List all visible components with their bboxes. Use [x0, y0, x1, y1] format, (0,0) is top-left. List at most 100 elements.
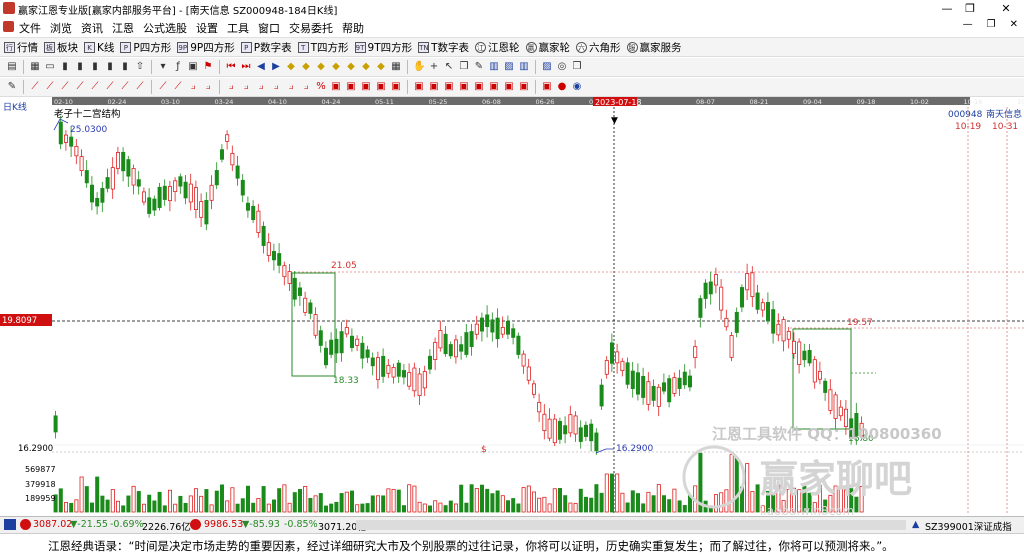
box-icon[interactable]: ▣	[345, 81, 357, 93]
grid-icon[interactable]: ▦	[29, 61, 41, 73]
menu-item-9[interactable]: 帮助	[342, 20, 364, 36]
last-icon[interactable]: ⏭	[240, 61, 252, 73]
box-icon[interactable]: ▣	[330, 81, 342, 93]
toolbar-button-7[interactable]: 9T 9T四方形	[354, 40, 412, 55]
prev-icon[interactable]: ◀	[255, 61, 267, 73]
fork-icon[interactable]: ⟓	[187, 81, 199, 93]
sz-index[interactable]: 9986.53	[204, 519, 243, 530]
box-icon[interactable]: ▣	[390, 81, 402, 93]
box-icon[interactable]: ▣	[473, 81, 485, 93]
chart-icon[interactable]: ▨	[503, 61, 515, 73]
close-button[interactable]: ✕	[993, 1, 1019, 16]
line-icon[interactable]: ⟋	[104, 81, 116, 93]
toolbar-button-4[interactable]: 9P 9P四方形	[177, 40, 235, 55]
grid-icon[interactable]	[4, 519, 16, 530]
menu-item-2[interactable]: 资讯	[81, 20, 103, 36]
hand-icon[interactable]: ✋	[413, 61, 425, 73]
box-icon[interactable]: ▣	[413, 81, 425, 93]
box-icon[interactable]: ▣	[518, 81, 530, 93]
flag-icon[interactable]: ⚑	[202, 61, 214, 73]
child-close-button[interactable]: ✕	[1010, 19, 1018, 30]
fork-icon[interactable]: ⟓	[202, 81, 214, 93]
diamond-icon[interactable]: ◆	[360, 61, 372, 73]
toolbar-button-5[interactable]: P P数字表	[240, 40, 292, 55]
maximize-button[interactable]: ❐	[957, 1, 983, 16]
diamond-icon[interactable]: ◆	[375, 61, 387, 73]
box-icon[interactable]: ▣	[458, 81, 470, 93]
target-icon[interactable]: ◎	[556, 61, 568, 73]
line-icon[interactable]: ⟋	[89, 81, 101, 93]
fork-icon[interactable]: ⟓	[300, 81, 312, 93]
dropdown-icon[interactable]: ▾	[157, 61, 169, 73]
toolbar-button-8[interactable]: TN T数字表	[418, 40, 469, 55]
toolbar-button-3[interactable]: P P四方形	[120, 40, 171, 55]
bar-icon[interactable]: ▮	[59, 61, 71, 73]
next-icon[interactable]: ▶	[270, 61, 282, 73]
menu-item-8[interactable]: 交易委托	[289, 20, 333, 36]
draw-icon[interactable]: ✎	[473, 61, 485, 73]
diamond-icon[interactable]: ◆	[345, 61, 357, 73]
chart-icon[interactable]: ▨	[541, 61, 553, 73]
menu-item-1[interactable]: 浏览	[50, 20, 72, 36]
box-icon[interactable]: ▣	[443, 81, 455, 93]
fx-icon[interactable]: ƒ	[172, 61, 184, 73]
line-icon[interactable]: ⟋	[172, 81, 184, 93]
toolbar-button-2[interactable]: K K线	[84, 40, 114, 55]
pencil-icon[interactable]: ✎	[6, 81, 18, 93]
box-icon[interactable]: ▣	[488, 81, 500, 93]
scroll-track[interactable]	[356, 520, 906, 530]
bar-icon[interactable]: ▮	[104, 61, 116, 73]
pointer-icon[interactable]: ⇧	[134, 61, 146, 73]
menu-item-4[interactable]: 公式选股	[143, 20, 187, 36]
percent-icon[interactable]: %	[315, 81, 327, 93]
document-icon[interactable]: ▭	[44, 61, 56, 73]
bar-icon[interactable]: ▮	[74, 61, 86, 73]
cross-icon[interactable]: +	[428, 61, 440, 73]
toolbar-button-12[interactable]: 服赢家服务	[626, 40, 682, 55]
toolbar-button-0[interactable]: 行行情	[4, 40, 38, 55]
box-icon[interactable]: ▣	[428, 81, 440, 93]
diamond-icon[interactable]: ◆	[300, 61, 312, 73]
menu-item-5[interactable]: 设置	[196, 20, 218, 36]
menu-item-6[interactable]: 工具	[227, 20, 249, 36]
toolbar-button-6[interactable]: T T四方形	[297, 40, 349, 55]
cube-icon[interactable]: ❒	[458, 61, 470, 73]
fork-icon[interactable]: ⟓	[255, 81, 267, 93]
fork-icon[interactable]: ⟓	[240, 81, 252, 93]
box-icon[interactable]: ▣	[503, 81, 515, 93]
box-icon[interactable]: ▣	[375, 81, 387, 93]
line-icon[interactable]: ⟋	[74, 81, 86, 93]
diamond-icon[interactable]: ◆	[330, 61, 342, 73]
line-icon[interactable]: ⟋	[59, 81, 71, 93]
sh-index[interactable]: 3087.02	[33, 519, 72, 530]
toolbar-button-1[interactable]: 板板块	[44, 40, 78, 55]
layout-icon[interactable]: ▤	[6, 61, 18, 73]
bar-icon[interactable]: ▮	[89, 61, 101, 73]
line-icon[interactable]: ⟋	[134, 81, 146, 93]
line-icon[interactable]: ⟋	[157, 81, 169, 93]
child-minimize-button[interactable]: —	[963, 19, 973, 30]
fork-icon[interactable]: ⟓	[270, 81, 282, 93]
toolbar-button-10[interactable]: 赢赢家轮	[525, 40, 570, 55]
line-icon[interactable]: ⟋	[29, 81, 41, 93]
line-icon[interactable]: ⟋	[119, 81, 131, 93]
diamond-icon[interactable]: ◆	[285, 61, 297, 73]
bars-icon[interactable]: ▥	[518, 61, 530, 73]
box-icon[interactable]: ▣	[360, 81, 372, 93]
menu-item-7[interactable]: 窗口	[258, 20, 280, 36]
menu-item-3[interactable]: 江恩	[112, 20, 134, 36]
diamond-icon[interactable]: ◆	[315, 61, 327, 73]
window-icon[interactable]: ▣	[187, 61, 199, 73]
child-restore-button[interactable]: ❐	[987, 19, 996, 30]
first-icon[interactable]: ⏮	[225, 61, 237, 73]
eye-icon[interactable]: ◉	[571, 81, 583, 93]
box-icon[interactable]: ▣	[541, 81, 553, 93]
menu-item-0[interactable]: 文件	[19, 20, 41, 36]
line-icon[interactable]: ⟋	[44, 81, 56, 93]
fork-icon[interactable]: ⟓	[225, 81, 237, 93]
kline-chart[interactable]: 02-10 02-24 03-10 03-24 04-10 04-24 05-11 05-25…	[0, 97, 1024, 515]
fork-icon[interactable]: ⟓	[285, 81, 297, 93]
status-right[interactable]: SZ399001深证成指	[925, 519, 1012, 533]
bars-icon[interactable]: ▥	[488, 61, 500, 73]
toolbar-button-11[interactable]: 六六角形	[576, 40, 621, 55]
